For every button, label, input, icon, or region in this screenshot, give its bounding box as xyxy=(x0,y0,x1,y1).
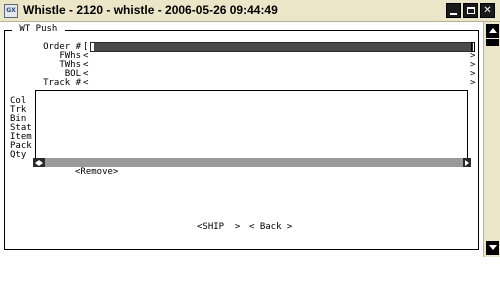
scroll-down-icon[interactable] xyxy=(486,241,499,255)
track-number-close: > xyxy=(470,78,476,88)
order-number-input[interactable] xyxy=(90,42,473,52)
vertical-scrollbar[interactable] xyxy=(483,22,500,257)
track-number-label: Track # xyxy=(43,78,81,88)
scroll-left-right-icon[interactable] xyxy=(33,158,45,167)
scroll-right-icon[interactable] xyxy=(463,158,471,167)
scroll-thumb[interactable] xyxy=(486,39,499,46)
scroll-track[interactable] xyxy=(486,46,498,231)
maximize-icon xyxy=(467,7,475,14)
qty-label: Qty xyxy=(10,150,27,160)
horizontal-scrollbar[interactable] xyxy=(33,158,471,167)
desktop-background xyxy=(0,257,500,287)
remove-button[interactable]: <Remove> xyxy=(75,168,118,177)
ship-button[interactable]: <SHIP > xyxy=(197,223,240,232)
scroll-up-icon[interactable] xyxy=(486,24,499,38)
title-bar[interactable]: GX Whistle - 2120 - whistle - 2006-05-26… xyxy=(0,0,500,22)
form-title: WT Push xyxy=(12,24,65,34)
close-button[interactable]: ✕ xyxy=(480,3,495,18)
track-number-input[interactable]: < xyxy=(83,79,88,88)
terminal-screen: WT Push Order # [ FWhs < > TWhs < > BOL … xyxy=(0,22,483,257)
minimize-icon xyxy=(450,13,457,15)
detail-list[interactable] xyxy=(35,90,468,166)
maximize-button[interactable] xyxy=(463,3,478,18)
back-button[interactable]: < Back > xyxy=(249,223,292,232)
minimize-button[interactable] xyxy=(446,3,461,18)
app-icon: GX xyxy=(4,4,18,18)
window-title: Whistle - 2120 - whistle - 2006-05-26 09… xyxy=(23,3,278,17)
close-icon: ✕ xyxy=(483,5,492,16)
terminal-window: GX Whistle - 2120 - whistle - 2006-05-26… xyxy=(0,0,500,257)
